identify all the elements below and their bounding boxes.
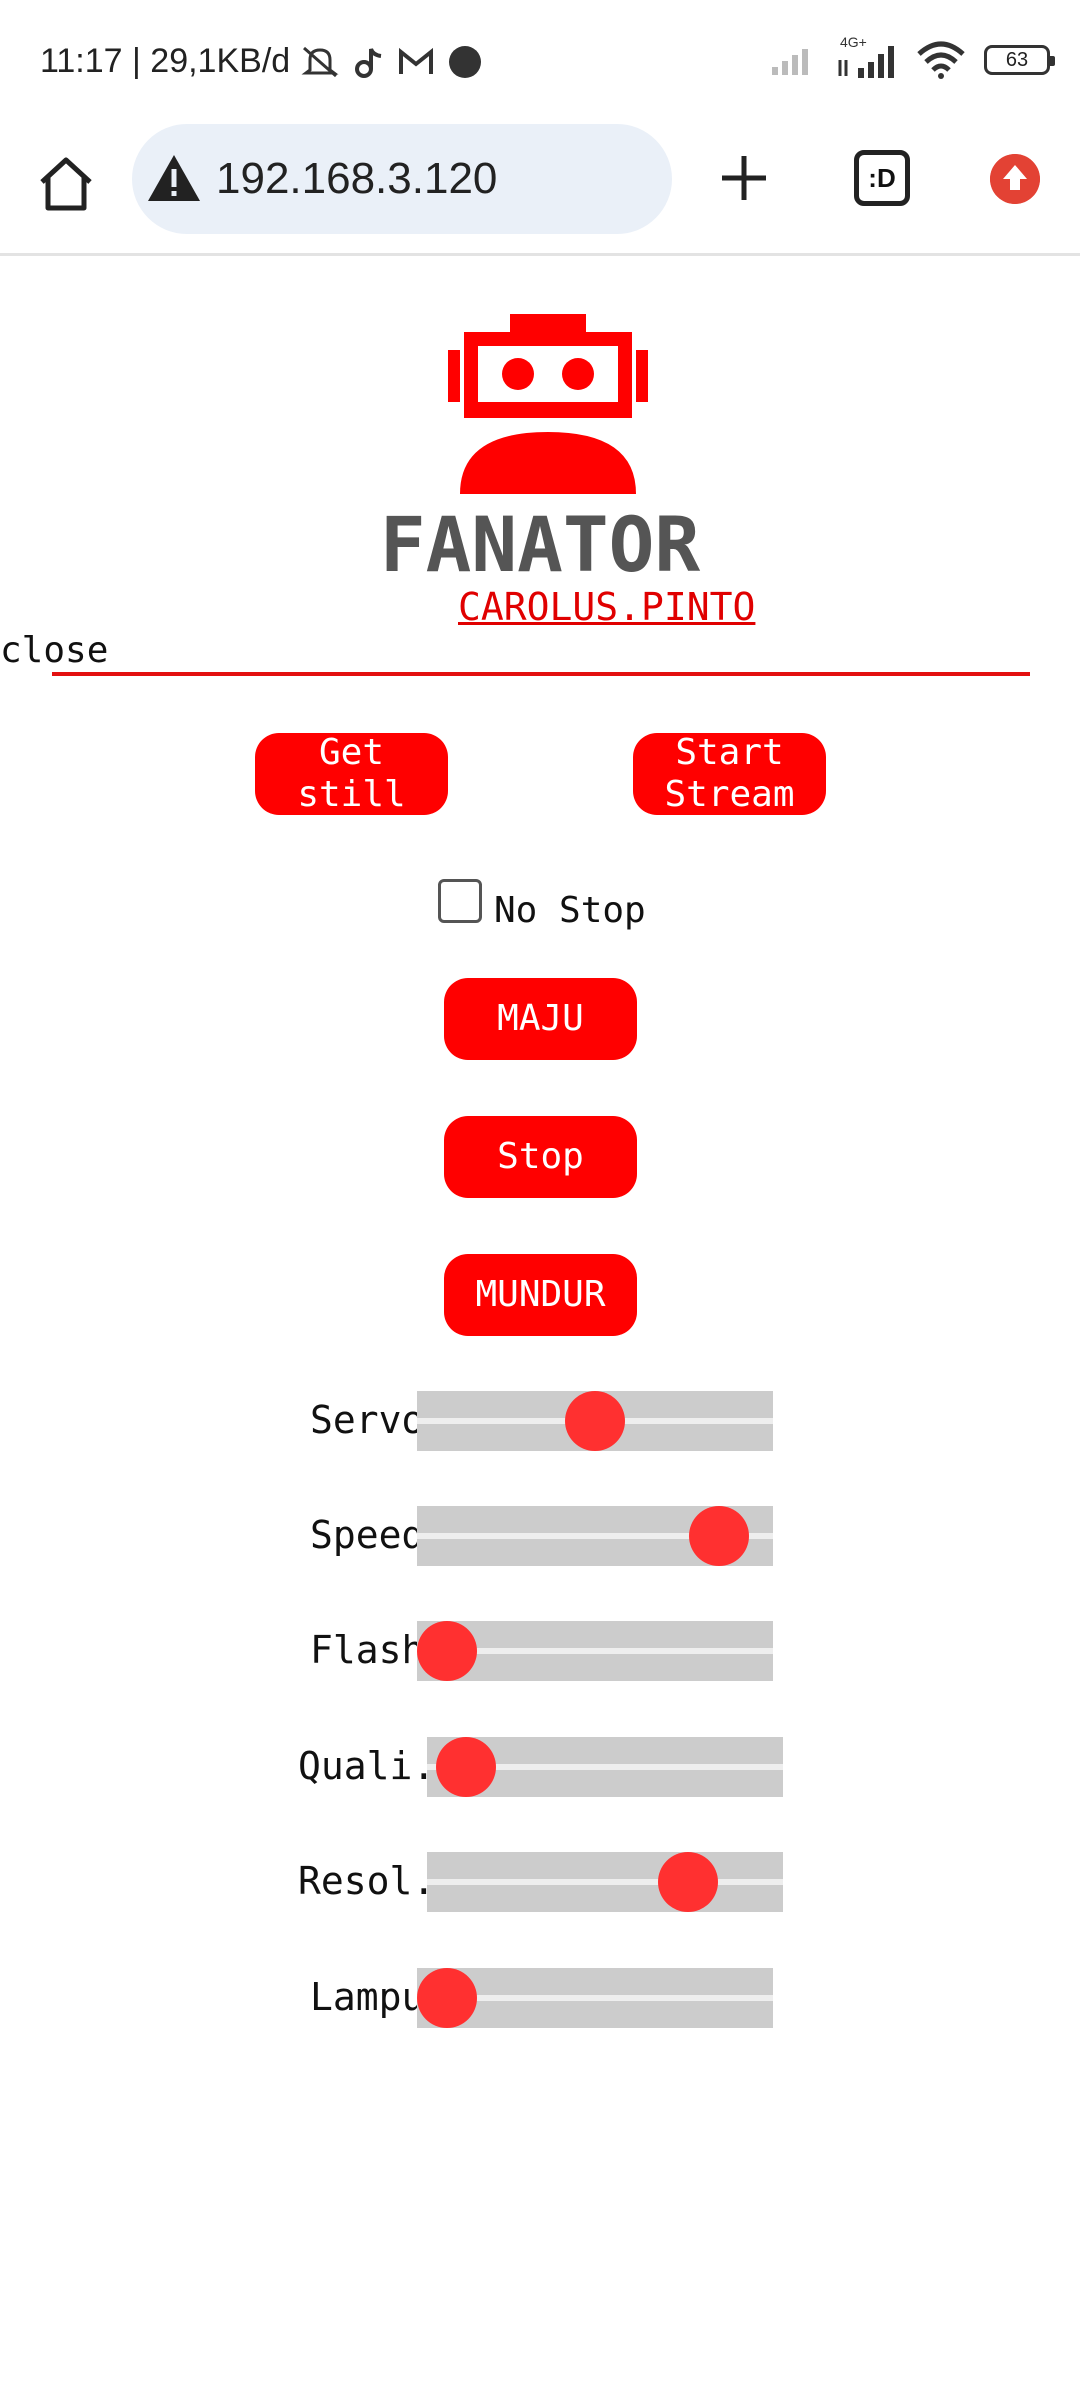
flash-slider[interactable]	[417, 1621, 773, 1681]
slider-thumb[interactable]	[565, 1391, 625, 1451]
battery-icon: 63	[984, 45, 1055, 75]
wifi-icon	[917, 41, 965, 79]
speed-label: Speed	[310, 1513, 425, 1557]
status-bar: 11:17 | 29,1KB/d 4G+ 63	[0, 0, 1080, 120]
slider-thumb[interactable]	[417, 1621, 477, 1681]
get-still-button[interactable]: Get still	[255, 732, 448, 815]
author-link[interactable]: CAROLUS.PINTO	[458, 585, 755, 629]
close-link[interactable]: close	[0, 630, 108, 671]
mute-bell-icon	[301, 46, 339, 77]
resolution-label: Resol.	[298, 1859, 436, 1903]
tab-switcher-label: :D	[868, 162, 896, 193]
quality-slider[interactable]	[427, 1737, 783, 1797]
browser-toolbar: 192.168.3.120 :D	[0, 120, 1080, 256]
page-title: FANATOR	[379, 500, 701, 589]
servo-label: Servo	[310, 1398, 425, 1442]
not-secure-warning-icon[interactable]	[146, 151, 202, 207]
status-notification-icons	[300, 44, 482, 80]
tab-switcher-button[interactable]: :D	[854, 150, 910, 206]
lamp-label: Lampu	[310, 1975, 425, 2019]
no-stop-label: No Stop	[494, 890, 646, 931]
battery-level: 63	[1005, 48, 1029, 71]
dot-icon	[449, 45, 482, 78]
slider-thumb[interactable]	[689, 1506, 749, 1566]
tiktok-icon	[355, 47, 382, 78]
robot-logo-icon	[448, 314, 648, 494]
divider	[52, 672, 1030, 676]
resolution-slider[interactable]	[427, 1852, 783, 1912]
status-time: 11:17 | 29,1KB/d	[40, 42, 291, 80]
gmail-icon	[399, 47, 434, 74]
signal-4g-icon: 4G+	[836, 34, 898, 80]
new-tab-plus-icon[interactable]	[716, 150, 772, 206]
status-right: 4G+ 63	[770, 34, 1055, 80]
stop-button[interactable]: Stop	[444, 1116, 637, 1198]
slider-rail	[427, 1879, 783, 1885]
address-bar[interactable]: 192.168.3.120	[132, 124, 672, 234]
slider-thumb[interactable]	[658, 1852, 718, 1912]
backward-button[interactable]: MUNDUR	[444, 1254, 637, 1336]
start-stream-button[interactable]: Start Stream	[633, 732, 826, 815]
speed-slider[interactable]	[417, 1506, 773, 1566]
signal-weak-icon	[772, 49, 808, 75]
url-text[interactable]: 192.168.3.120	[216, 154, 497, 204]
update-icon[interactable]	[990, 154, 1040, 204]
quality-label: Quali.	[298, 1744, 436, 1788]
slider-thumb[interactable]	[436, 1737, 496, 1797]
flash-label: Flash	[310, 1628, 425, 1672]
servo-slider[interactable]	[417, 1391, 773, 1451]
home-icon[interactable]	[36, 154, 96, 214]
no-stop-checkbox[interactable]	[438, 878, 482, 923]
slider-thumb[interactable]	[417, 1968, 477, 2028]
lamp-slider[interactable]	[417, 1968, 773, 2028]
no-stop-option[interactable]: No Stop	[438, 870, 646, 931]
status-left: 11:17 | 29,1KB/d	[40, 42, 482, 81]
forward-button[interactable]: MAJU	[444, 978, 637, 1060]
